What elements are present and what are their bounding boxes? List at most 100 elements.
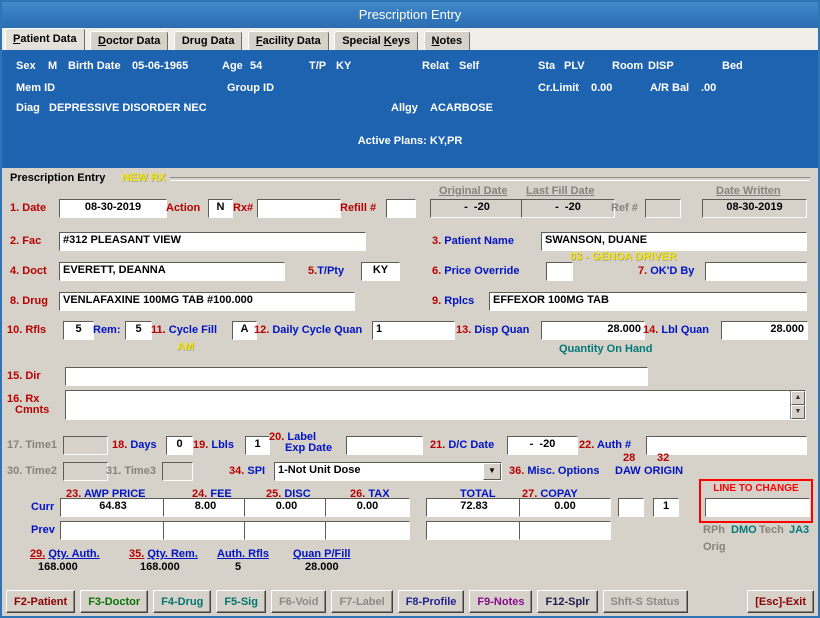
f8-profile-button[interactable]: F8-Profile	[398, 590, 465, 613]
original-date-header: Original Date	[439, 185, 507, 198]
days-field[interactable]: 0	[166, 436, 193, 455]
tp-label: T/P	[309, 60, 326, 73]
origin-field[interactable]: 1	[653, 498, 679, 517]
rplcs-label: 9. Rplcs	[432, 295, 474, 308]
active-plans-value: KY,PR	[430, 135, 462, 147]
tab-notes[interactable]: Notes	[424, 31, 471, 51]
driver-note: 03 - GENOA DRIVER	[570, 251, 677, 264]
date-field[interactable]: 08-30-2019	[59, 199, 167, 218]
group-id-label: Group ID	[227, 82, 274, 95]
fac-label: 2. Fac	[10, 235, 41, 248]
time3-label: 31. Time3	[106, 465, 156, 478]
daily-cycle-quan-field[interactable]: 1	[372, 321, 455, 340]
ar-bal-value: .00	[701, 82, 716, 95]
curr-tax-field[interactable]: 0.00	[325, 498, 410, 517]
days-label: 18. Days	[112, 439, 157, 452]
age-value: 54	[250, 60, 262, 73]
room-label: Room	[612, 60, 643, 73]
drug-field[interactable]: VENLAFAXINE 100MG TAB #100.000	[59, 292, 355, 311]
prev-tax-field	[325, 521, 410, 540]
ref-number-field	[645, 199, 681, 218]
doct-field[interactable]: EVERETT, DEANNA	[59, 262, 285, 281]
rem-label: Rem:	[93, 324, 121, 337]
orig-label: Orig	[703, 541, 726, 554]
refill-number-field[interactable]	[386, 199, 416, 218]
line-to-change-field[interactable]	[705, 498, 810, 517]
sex-value: M	[48, 60, 57, 73]
dc-date-field[interactable]: - -20	[507, 436, 578, 455]
tab-doctor-data[interactable]: Doctor Data	[90, 31, 168, 51]
rx-number-label: Rx#	[233, 202, 253, 215]
curr-row-label: Curr	[31, 501, 54, 514]
rx-cmnts-scrollbar[interactable]: ▲▼	[790, 391, 805, 419]
mem-id-label: Mem ID	[16, 82, 55, 95]
price-override-field[interactable]	[546, 262, 573, 281]
rplcs-field[interactable]: EFFEXOR 100MG TAB	[489, 292, 807, 311]
new-rx-flag: NEW RX	[122, 172, 166, 185]
rph-value: DMO	[731, 524, 757, 537]
tab-special-keys[interactable]: Special Keys	[334, 31, 418, 51]
f5-sig-button[interactable]: F5-Sig	[216, 590, 266, 613]
line-to-change-box: LINE TO CHANGE	[699, 479, 813, 523]
f3-doctor-button[interactable]: F3-Doctor	[80, 590, 148, 613]
tech-label: Tech	[759, 524, 784, 537]
quantity-on-hand-note: Quantity On Hand	[559, 343, 653, 356]
lbls-field[interactable]: 1	[245, 436, 270, 455]
room-value: DISP	[648, 60, 674, 73]
bed-label: Bed	[722, 60, 743, 73]
f12-splr-button[interactable]: F12-Splr	[537, 590, 597, 613]
tab-patient-data[interactable]: Patient Data	[5, 28, 85, 51]
shift-s-status-button: Shft-S Status	[603, 590, 688, 613]
f9-notes-button[interactable]: F9-Notes	[469, 590, 532, 613]
rx-cmnts-field[interactable]: ▲▼	[65, 390, 806, 420]
disp-quan-field[interactable]: 28.000	[541, 321, 645, 340]
curr-disc-field[interactable]: 0.00	[244, 498, 329, 517]
f2-patient-button[interactable]: F2-Patient	[6, 590, 75, 613]
tab-facility-data[interactable]: Facility Data	[248, 31, 329, 51]
function-key-bar: F2-Patient F3-Doctor F4-Drug F5-Sig F6-V…	[6, 590, 814, 613]
fac-field[interactable]: #312 PLEASANT VIEW	[59, 232, 366, 251]
date-written-header: Date Written	[716, 185, 781, 198]
curr-total-field: 72.83	[426, 498, 522, 517]
curr-copay-field[interactable]: 0.00	[519, 498, 611, 517]
scroll-up-icon[interactable]: ▲	[791, 391, 805, 405]
relat-value: Self	[459, 60, 479, 73]
doct-label: 4. Doct	[10, 265, 47, 278]
curr-fee-field[interactable]: 8.00	[163, 498, 248, 517]
rem-field[interactable]: 5	[125, 321, 152, 340]
tab-drug-data[interactable]: Drug Data	[174, 31, 243, 51]
okd-by-field[interactable]	[705, 262, 807, 281]
f7-label-button: F7-Label	[331, 590, 392, 613]
prev-awp-price-field	[60, 521, 166, 540]
cycle-fill-label: 11. Cycle Fill	[151, 324, 217, 337]
lbl-quan-field[interactable]: 28.000	[721, 321, 808, 340]
tpty-field[interactable]: KY	[361, 262, 400, 281]
rfls-field[interactable]: 5	[63, 321, 94, 340]
dropdown-icon[interactable]: ▼	[483, 463, 501, 480]
time1-label: 17. Time1	[7, 439, 57, 452]
f4-drug-button[interactable]: F4-Drug	[153, 590, 211, 613]
ar-bal-label: A/R Bal	[650, 82, 689, 95]
drug-label: 8. Drug	[10, 295, 48, 308]
daw-field[interactable]	[618, 498, 644, 517]
refill-number-label: Refill #	[340, 202, 376, 215]
label-exp-date-field[interactable]	[346, 436, 423, 455]
rx-number-field[interactable]	[257, 199, 341, 218]
origin-num: 32	[657, 452, 669, 465]
spi-dropdown[interactable]: 1-Not Unit Dose▼	[274, 462, 502, 481]
action-field[interactable]: N	[208, 199, 233, 218]
action-label: Action	[166, 202, 200, 215]
qty-rem-value: 168.000	[140, 561, 180, 574]
dir-field[interactable]	[65, 367, 648, 386]
okd-by-label: 7. OK'D By	[638, 265, 694, 278]
time2-label: 30. Time2	[7, 465, 57, 478]
esc-exit-button[interactable]: [Esc]-Exit	[747, 590, 814, 613]
qty-auth-label: 29. Qty. Auth.	[30, 548, 100, 561]
auth-number-field[interactable]	[646, 436, 807, 455]
patient-name-field[interactable]: SWANSON, DUANE	[541, 232, 807, 251]
curr-awp-price-field[interactable]: 64.83	[60, 498, 166, 517]
allergy-label: Allgy	[391, 102, 418, 115]
scroll-down-icon[interactable]: ▼	[791, 405, 805, 419]
rfls-label: 10. Rfls	[7, 324, 46, 337]
qty-auth-value: 168.000	[38, 561, 78, 574]
